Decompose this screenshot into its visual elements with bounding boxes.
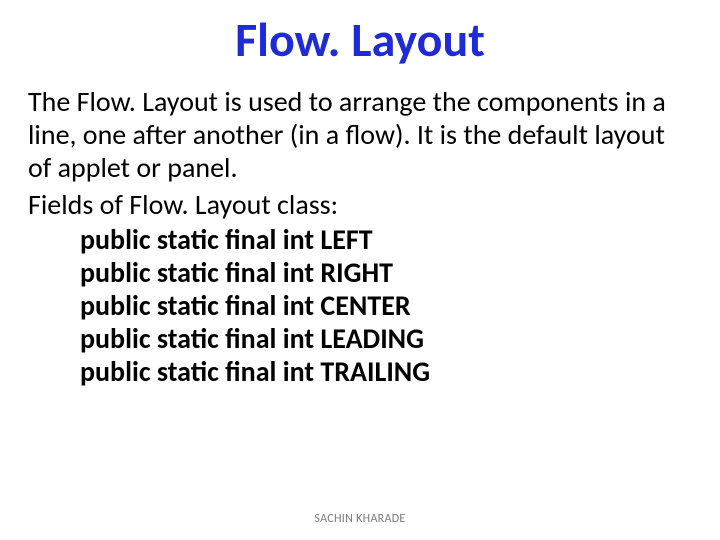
slide: Flow. Layout The Flow. Layout is used to…	[0, 0, 720, 540]
slide-title: Flow. Layout	[28, 10, 692, 69]
footer-author: SACHIN KHARADE	[0, 512, 720, 526]
field-leading: public static final int LEADING	[28, 322, 692, 355]
fields-intro: Fields of Flow. Layout class:	[28, 188, 692, 221]
slide-body: The Flow. Layout is used to arrange the …	[28, 85, 692, 388]
field-left: public static final int LEFT	[28, 223, 692, 256]
field-trailing: public static final int TRAILING	[28, 355, 692, 388]
field-center: public static final int CENTER	[28, 289, 692, 322]
field-right: public static final int RIGHT	[28, 256, 692, 289]
description-paragraph: The Flow. Layout is used to arrange the …	[28, 85, 692, 184]
